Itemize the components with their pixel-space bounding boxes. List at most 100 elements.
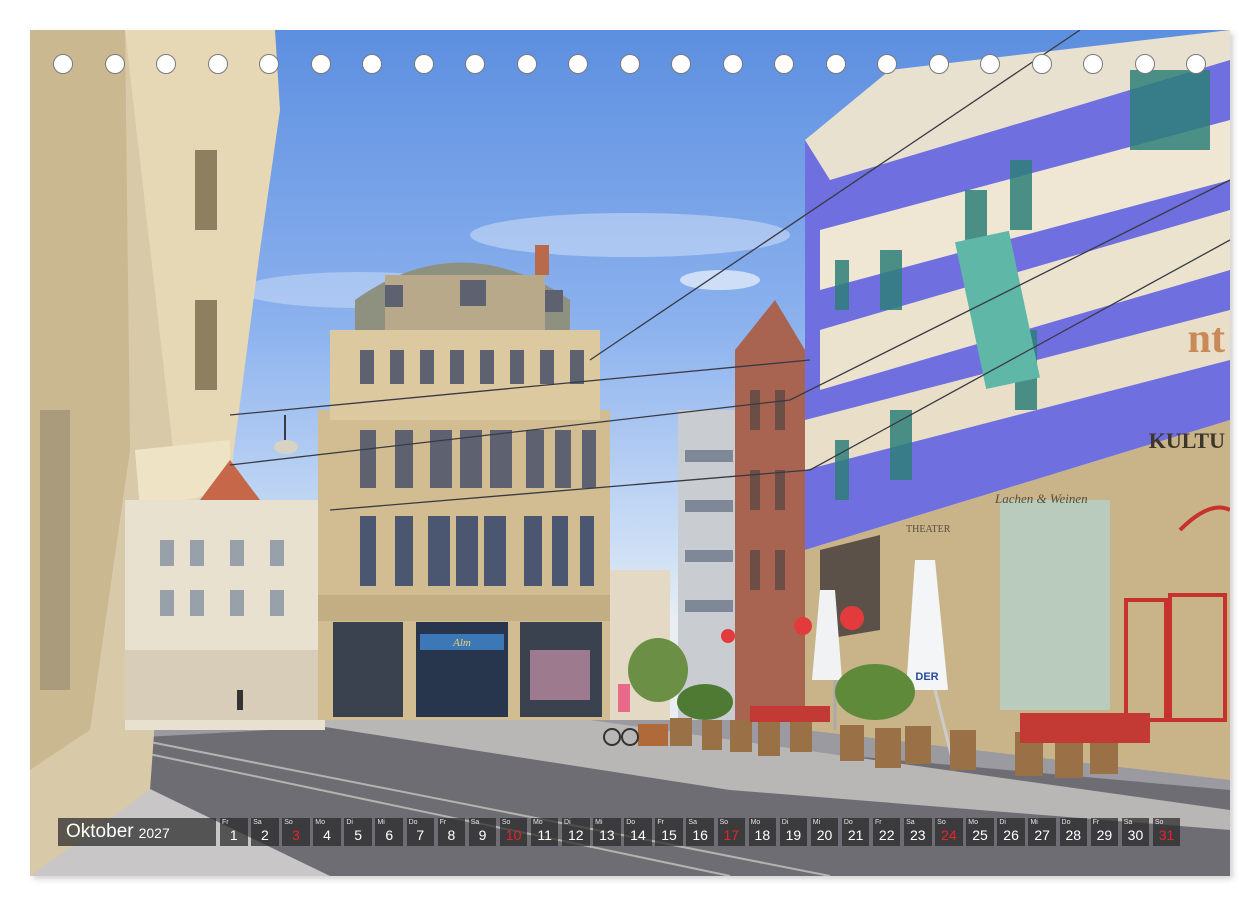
day-weekday: Di bbox=[564, 819, 571, 826]
day-weekday: Fr bbox=[439, 819, 447, 826]
day-weekday: Sa bbox=[1123, 819, 1133, 826]
day-cell: Mi 6 bbox=[375, 818, 403, 846]
binding-hole bbox=[774, 54, 794, 74]
day-cell: Mo 25 bbox=[966, 818, 994, 846]
binding-hole bbox=[53, 54, 73, 74]
day-number: 24 bbox=[941, 827, 957, 843]
day-weekday: So bbox=[719, 819, 729, 826]
day-number: 2 bbox=[260, 827, 269, 843]
day-number: 20 bbox=[816, 827, 833, 843]
day-cell: Do 14 bbox=[624, 818, 652, 846]
day-cell: Di 5 bbox=[344, 818, 372, 846]
day-number: 7 bbox=[416, 827, 425, 843]
month-year: 2027 bbox=[138, 825, 170, 841]
day-cells: Fr 1 Sa 2 So 3 Mo 4 Di 5 Mi 6 Do 7 Fr 8 Sa 9 So 10 Mo 11 Di 12 M… bbox=[220, 818, 1184, 846]
day-cell: Fr 1 bbox=[220, 818, 248, 846]
day-number: 15 bbox=[661, 827, 677, 843]
day-cell: Sa 2 bbox=[251, 818, 279, 846]
day-weekday: Do bbox=[408, 819, 418, 826]
day-number: 31 bbox=[1158, 827, 1175, 843]
day-weekday: Sa bbox=[253, 819, 262, 826]
day-cell: Do 28 bbox=[1059, 818, 1088, 846]
binding-hole bbox=[414, 54, 434, 74]
street-scene: Alm KULTU Lachen & Weinen THEATER nt DER bbox=[30, 30, 1230, 876]
binding-holes bbox=[30, 54, 1230, 80]
binding-hole bbox=[826, 54, 846, 74]
day-cell: So 17 bbox=[717, 818, 745, 846]
day-weekday: Sa bbox=[906, 819, 915, 826]
day-weekday: Sa bbox=[688, 819, 697, 826]
day-cell: Sa 9 bbox=[468, 818, 497, 846]
day-cell: Mo 4 bbox=[313, 818, 341, 846]
day-number: 16 bbox=[692, 827, 708, 843]
day-weekday: Mi bbox=[377, 819, 385, 826]
day-cell: Sa 16 bbox=[686, 818, 714, 846]
binding-hole bbox=[156, 54, 176, 74]
day-weekday: Mo bbox=[750, 819, 761, 826]
shop-sign: Alm bbox=[452, 637, 471, 649]
day-weekday: Mo bbox=[968, 819, 978, 826]
day-number: 1 bbox=[229, 827, 238, 843]
day-number: 21 bbox=[847, 827, 864, 843]
day-weekday: Di bbox=[999, 819, 1006, 826]
binding-hole bbox=[105, 54, 125, 74]
day-number: 27 bbox=[1034, 827, 1050, 843]
day-weekday: So bbox=[501, 819, 511, 826]
day-number: 26 bbox=[1003, 827, 1019, 843]
day-number: 17 bbox=[723, 827, 740, 843]
day-cell: Di 12 bbox=[562, 818, 590, 846]
day-weekday: Fr bbox=[657, 819, 664, 826]
binding-hole bbox=[311, 54, 331, 74]
binding-hole bbox=[980, 54, 1000, 74]
day-number: 19 bbox=[785, 827, 802, 843]
day-cell: Sa 30 bbox=[1121, 818, 1150, 846]
day-cell: Fr 22 bbox=[872, 818, 901, 846]
day-cell: Di 19 bbox=[779, 818, 808, 846]
day-number: 4 bbox=[323, 827, 331, 843]
day-number: 22 bbox=[878, 827, 895, 843]
day-number: 5 bbox=[354, 827, 363, 843]
day-cell: Sa 23 bbox=[904, 818, 932, 846]
binding-hole bbox=[671, 54, 691, 74]
binding-hole bbox=[1032, 54, 1052, 74]
day-cell: Fr 15 bbox=[655, 818, 683, 846]
day-cell: So 10 bbox=[499, 818, 528, 846]
day-number: 13 bbox=[599, 827, 615, 843]
day-weekday: Mi bbox=[1030, 819, 1038, 826]
day-number: 3 bbox=[292, 827, 300, 843]
day-number: 6 bbox=[385, 827, 394, 843]
day-weekday: Do bbox=[626, 819, 636, 826]
binding-hole bbox=[208, 54, 228, 74]
day-cell: Fr 8 bbox=[437, 818, 466, 846]
binding-hole bbox=[877, 54, 897, 74]
binding-hole bbox=[929, 54, 949, 74]
day-number: 18 bbox=[754, 827, 771, 843]
cafe-sign: Lachen & Weinen bbox=[994, 491, 1088, 506]
day-cell: Mi 13 bbox=[593, 818, 621, 846]
calendar-strip: Oktober 2027 Fr 1 Sa 2 So 3 Mo 4 Di 5 Mi 6 Do 7 Fr 8 Sa 9… bbox=[58, 818, 1184, 846]
day-weekday: So bbox=[284, 819, 293, 826]
day-weekday: Di bbox=[346, 819, 353, 826]
theater-sign: THEATER bbox=[906, 524, 951, 535]
culture-sign: KULTU bbox=[1149, 428, 1225, 453]
day-cell: Do 21 bbox=[841, 818, 870, 846]
day-weekday: Mi bbox=[812, 819, 821, 826]
binding-hole bbox=[1186, 54, 1206, 74]
day-number: 28 bbox=[1065, 827, 1082, 843]
day-weekday: Mo bbox=[315, 819, 326, 826]
binding-hole bbox=[362, 54, 382, 74]
month-name: Oktober bbox=[66, 821, 134, 842]
day-number: 8 bbox=[447, 827, 456, 843]
day-cell: Do 7 bbox=[406, 818, 435, 846]
day-cell: So 3 bbox=[282, 818, 310, 846]
day-weekday: Sa bbox=[470, 819, 480, 826]
day-number: 12 bbox=[567, 827, 584, 843]
umbrella-sign: DER bbox=[915, 671, 938, 683]
binding-hole bbox=[568, 54, 588, 74]
day-number: 23 bbox=[910, 827, 926, 843]
binding-hole bbox=[1135, 54, 1155, 74]
day-number: 10 bbox=[505, 827, 522, 843]
day-weekday: Do bbox=[843, 819, 853, 826]
day-weekday: Fr bbox=[1092, 819, 1100, 826]
day-weekday: Di bbox=[781, 819, 789, 826]
